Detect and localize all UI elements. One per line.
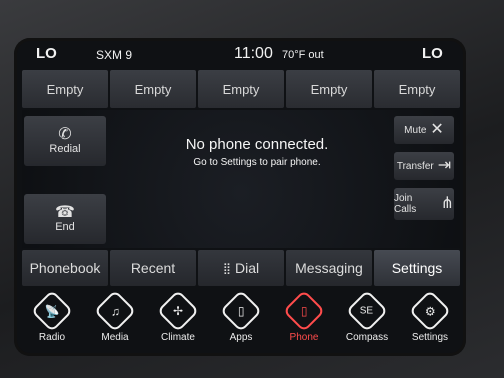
main-nav: 📡 Radio ♫ Media ✢ Climate ▯ Apps ▯ Phone…: [22, 289, 460, 352]
transfer-icon: ⇥: [437, 157, 452, 174]
mute-label: Mute: [404, 124, 427, 136]
infotainment-screen: LO SXM 9 11:00 70°F out LO Empty Empty E…: [14, 38, 466, 356]
status-bar: LO SXM 9 11:00 70°F out LO: [14, 38, 466, 68]
mic-off-icon: ✕: [430, 121, 444, 138]
nav-phone[interactable]: ▯ Phone: [274, 289, 334, 352]
nav-climate[interactable]: ✢ Climate: [148, 289, 208, 352]
join-label: Join Calls: [394, 193, 417, 215]
tab-settings[interactable]: Settings: [374, 250, 460, 286]
dialpad-icon: ⣿: [222, 262, 231, 275]
end-call-button[interactable]: ☎ End: [24, 194, 106, 244]
redial-button[interactable]: ✆ Redial: [24, 116, 106, 166]
favorite-slot-3[interactable]: Empty: [198, 70, 284, 108]
nav-settings[interactable]: ⚙ Settings: [400, 289, 460, 352]
right-climate-label: LO: [422, 45, 443, 62]
nav-compass-label: Compass: [345, 332, 389, 343]
phone-tabs: Phonebook Recent ⣿ Dial Messaging Settin…: [22, 250, 460, 286]
gear-icon: ⚙: [408, 289, 452, 333]
outside-temperature: 70°F out: [282, 49, 324, 61]
nav-radio-label: Radio: [38, 332, 66, 343]
nav-media[interactable]: ♫ Media: [85, 289, 145, 352]
message-subtitle: Go to Settings to pair phone.: [193, 157, 321, 168]
favorite-slot-5[interactable]: Empty: [374, 70, 460, 108]
hang-up-icon: ☎: [55, 204, 75, 221]
music-note-icon: ♫: [93, 289, 137, 333]
nav-apps-label: Apps: [229, 332, 253, 343]
favorite-slot-4[interactable]: Empty: [286, 70, 372, 108]
transfer-button[interactable]: Transfer ⇥: [394, 152, 454, 180]
compass-icon: SE: [345, 289, 389, 333]
phone-icon: ▯: [282, 289, 326, 333]
nav-compass[interactable]: SE Compass: [337, 289, 397, 352]
nav-climate-label: Climate: [161, 332, 195, 343]
favorite-slot-2[interactable]: Empty: [110, 70, 196, 108]
favorites-bar: Empty Empty Empty Empty Empty: [22, 70, 460, 108]
nav-phone-label: Phone: [289, 332, 319, 343]
clock: 11:00: [234, 45, 273, 62]
transfer-label: Transfer: [396, 160, 434, 172]
radio-station: SXM 9: [96, 48, 133, 62]
fan-icon: ✢: [156, 289, 200, 333]
redial-label: Redial: [49, 143, 81, 155]
left-climate-label: LO: [36, 45, 57, 62]
nav-settings-label: Settings: [411, 332, 449, 343]
tab-messaging[interactable]: Messaging: [286, 250, 372, 286]
phone-icon: ✆: [58, 126, 72, 143]
tab-phonebook[interactable]: Phonebook: [22, 250, 108, 286]
mute-button[interactable]: Mute ✕: [394, 116, 454, 144]
message-title: No phone connected.: [185, 136, 329, 153]
join-calls-button[interactable]: Join Calls ⋔: [394, 188, 454, 220]
tab-recent[interactable]: Recent: [110, 250, 196, 286]
tab-dial-label: Dial: [234, 260, 260, 276]
end-label: End: [55, 221, 75, 233]
nav-media-label: Media: [101, 332, 129, 343]
phone-panel: ✆ Redial ☎ End No phone connected. Go to…: [22, 110, 460, 248]
radio-tower-icon: 📡: [30, 289, 74, 333]
favorite-slot-1[interactable]: Empty: [22, 70, 108, 108]
nav-apps[interactable]: ▯ Apps: [211, 289, 271, 352]
apps-icon: ▯: [219, 289, 263, 333]
merge-icon: ⋔: [440, 195, 454, 212]
tab-dial[interactable]: ⣿ Dial: [198, 250, 284, 286]
nav-radio[interactable]: 📡 Radio: [22, 289, 82, 352]
connection-message: No phone connected. Go to Settings to pa…: [132, 136, 382, 168]
